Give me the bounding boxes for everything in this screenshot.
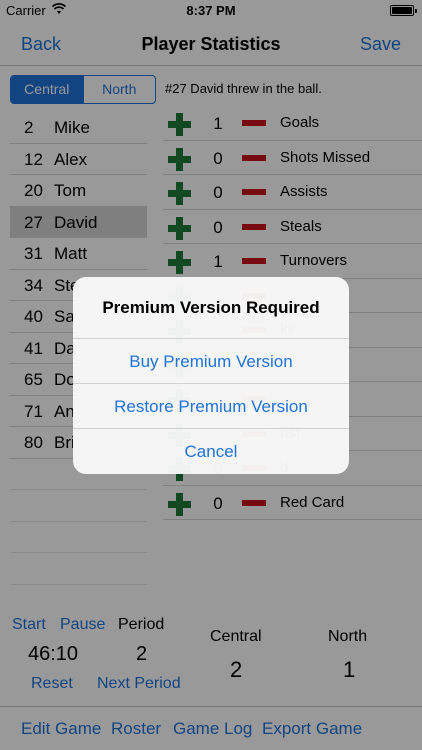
buy-premium-button[interactable]: Buy Premium Version bbox=[73, 338, 349, 383]
premium-alert: Premium Version Required Buy Premium Ver… bbox=[73, 277, 349, 474]
alert-title: Premium Version Required bbox=[102, 298, 320, 317]
restore-premium-button[interactable]: Restore Premium Version bbox=[73, 383, 349, 428]
cancel-button[interactable]: Cancel bbox=[73, 428, 349, 473]
